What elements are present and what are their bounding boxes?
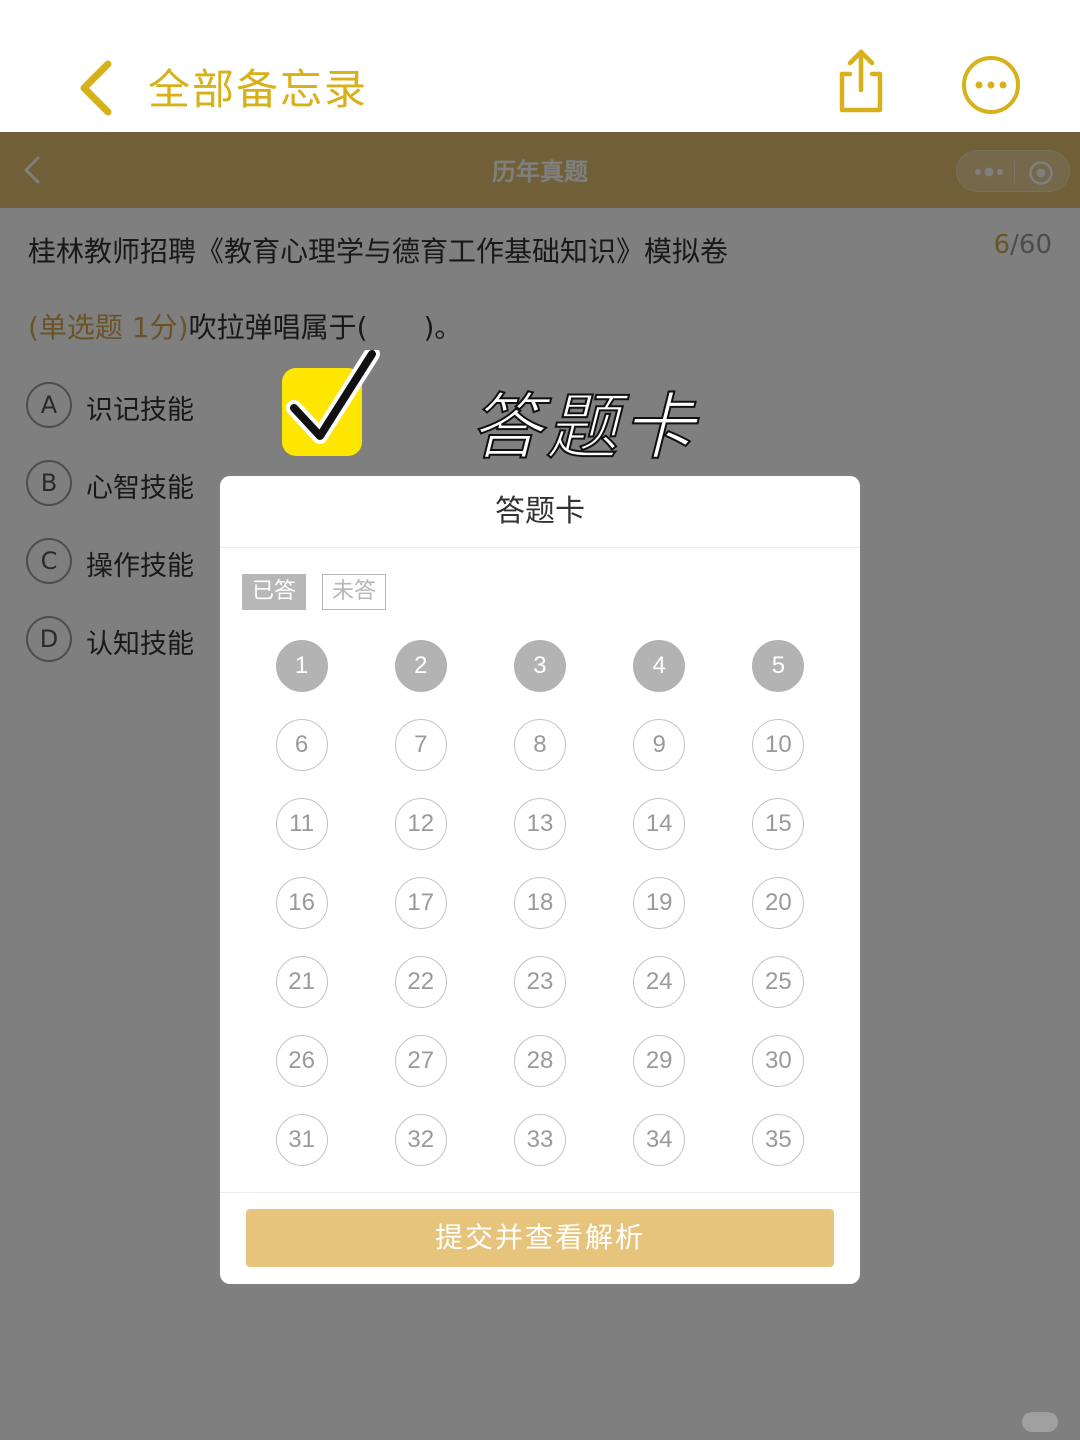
share-icon[interactable] <box>830 46 892 116</box>
answer-card-footer: 提交并查看解析 <box>220 1192 860 1284</box>
question-number-23[interactable]: 23 <box>513 956 566 1008</box>
question-number-27[interactable]: 27 <box>394 1035 447 1087</box>
question-number-10[interactable]: 10 <box>752 719 805 771</box>
question-number-21[interactable]: 21 <box>275 956 328 1008</box>
question-number-7[interactable]: 7 <box>394 719 447 771</box>
question-number-22[interactable]: 22 <box>394 956 447 1008</box>
question-number-26[interactable]: 26 <box>275 1035 328 1087</box>
more-options-icon[interactable] <box>960 54 1022 116</box>
sticker-caption: 答题卡 <box>469 384 699 470</box>
question-number-25[interactable]: 25 <box>752 956 805 1008</box>
question-number-12[interactable]: 12 <box>394 798 447 850</box>
answer-card-title: 答题卡 <box>220 476 860 548</box>
legend-answered: 已答 <box>242 574 306 610</box>
question-number-13[interactable]: 13 <box>513 798 566 850</box>
question-number-8[interactable]: 8 <box>513 719 566 771</box>
question-number-28[interactable]: 28 <box>513 1035 566 1087</box>
notes-back-title[interactable]: 全部备忘录 <box>148 56 368 117</box>
question-number-20[interactable]: 20 <box>752 877 805 929</box>
back-chevron-icon[interactable] <box>70 52 130 122</box>
notes-header: 全部备忘录 <box>0 0 1080 132</box>
question-number-35[interactable]: 35 <box>752 1114 805 1166</box>
submit-and-view-analysis-button[interactable]: 提交并查看解析 <box>246 1209 834 1267</box>
question-number-3[interactable]: 3 <box>513 640 566 692</box>
question-number-18[interactable]: 18 <box>513 877 566 929</box>
question-number-19[interactable]: 19 <box>633 877 686 929</box>
answer-card-modal: 答题卡 已答 未答 1 2 3 4 5 6 7 8 9 10 11 12 13 14 15 16 17 18 19 2… <box>220 476 860 1284</box>
question-number-14[interactable]: 14 <box>633 798 686 850</box>
question-number-grid: 1 2 3 4 5 6 7 8 9 10 11 12 13 14 15 16 17 18 19 20 21 22 23 24 2… <box>242 640 838 1166</box>
question-number-16[interactable]: 16 <box>275 877 328 929</box>
question-number-11[interactable]: 11 <box>275 798 328 850</box>
question-number-1[interactable]: 1 <box>275 640 328 692</box>
question-number-32[interactable]: 32 <box>394 1114 447 1166</box>
question-number-30[interactable]: 30 <box>752 1035 805 1087</box>
question-number-15[interactable]: 15 <box>752 798 805 850</box>
question-number-17[interactable]: 17 <box>394 877 447 929</box>
question-number-5[interactable]: 5 <box>752 640 805 692</box>
question-number-34[interactable]: 34 <box>633 1114 686 1166</box>
legend-unanswered: 未答 <box>322 574 386 610</box>
checkmark-sticker-icon <box>282 350 380 456</box>
question-number-9[interactable]: 9 <box>633 719 686 771</box>
question-number-31[interactable]: 31 <box>275 1114 328 1166</box>
question-number-2[interactable]: 2 <box>394 640 447 692</box>
question-number-6[interactable]: 6 <box>275 719 328 771</box>
question-number-33[interactable]: 33 <box>513 1114 566 1166</box>
question-number-4[interactable]: 4 <box>633 640 686 692</box>
question-number-24[interactable]: 24 <box>633 956 686 1008</box>
question-number-29[interactable]: 29 <box>633 1035 686 1087</box>
watermark-badge <box>1022 1412 1058 1432</box>
